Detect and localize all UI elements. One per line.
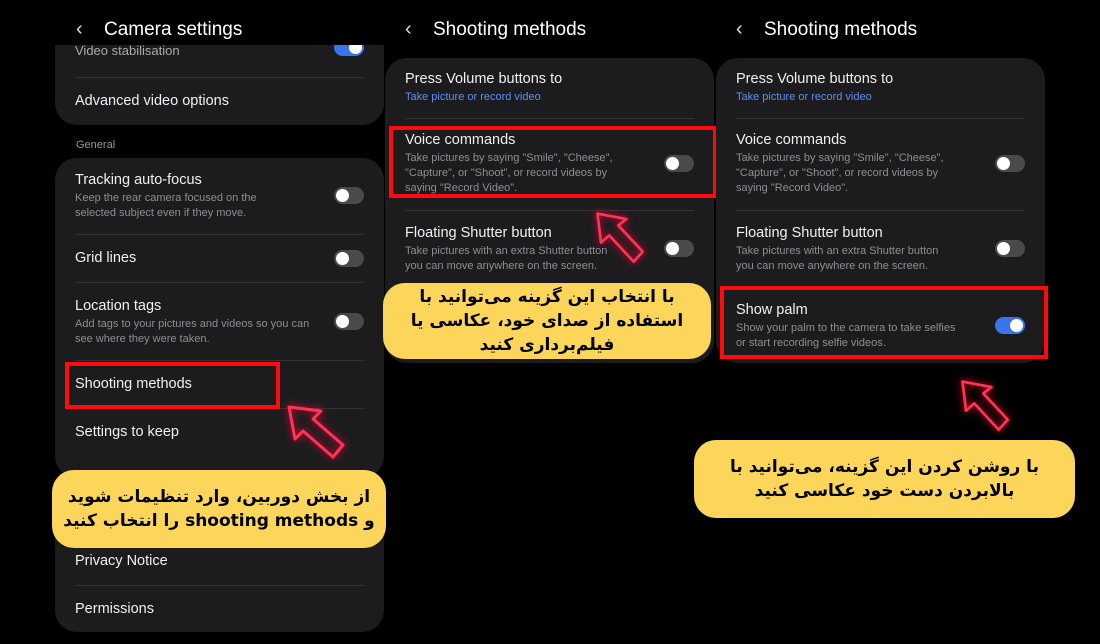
callout-middle: با انتخاب این گزینه می‌توانید با استفاده… xyxy=(383,283,711,359)
section-general: General xyxy=(76,139,116,151)
press-volume-value: Take picture or record video xyxy=(736,91,872,103)
tracking-autofocus-item[interactable]: Tracking auto-focus Keep the rear camera… xyxy=(75,172,364,221)
back-icon[interactable]: ‹ xyxy=(736,18,750,41)
page-title: Camera settings xyxy=(104,18,243,40)
tracking-desc: Keep the rear camera focused on the sele… xyxy=(75,192,257,219)
floating-shutter-title: Floating Shutter button xyxy=(736,225,883,241)
divider xyxy=(75,585,364,586)
advanced-video-options[interactable]: Advanced video options xyxy=(75,93,364,109)
location-tags-item[interactable]: Location tags Add tags to your pictures … xyxy=(75,298,364,347)
video-stabilisation-label: Video stabilisation xyxy=(75,45,180,58)
press-volume-title: Press Volume buttons to xyxy=(736,71,894,87)
highlight-box xyxy=(65,362,280,409)
pointer-arrow-icon xyxy=(596,212,645,264)
press-volume-value: Take picture or record video xyxy=(405,91,541,103)
floating-shutter-desc: Take pictures with an extra Shutter butt… xyxy=(736,245,939,272)
pointer-arrow-icon xyxy=(961,380,1010,432)
press-volume-item[interactable]: Press Volume buttons to Take picture or … xyxy=(736,71,1025,103)
divider xyxy=(405,210,694,211)
grid-lines-item[interactable]: Grid lines xyxy=(75,250,364,266)
pointer-arrow-icon xyxy=(287,405,345,459)
tracking-title: Tracking auto-focus xyxy=(75,172,202,188)
voice-commands-desc: Take pictures by saying "Smile", "Cheese… xyxy=(736,152,944,194)
floating-shutter-item[interactable]: Floating Shutter button Take pictures wi… xyxy=(736,225,1025,274)
floating-shutter-item[interactable]: Floating Shutter button Take pictures wi… xyxy=(405,225,694,274)
right-header: ‹ Shooting methods xyxy=(736,18,917,41)
highlight-box xyxy=(389,126,717,198)
divider xyxy=(75,234,364,235)
highlight-box xyxy=(720,286,1048,359)
divider xyxy=(405,118,694,119)
grid-lines-toggle[interactable] xyxy=(334,250,364,267)
press-volume-item[interactable]: Press Volume buttons to Take picture or … xyxy=(405,71,694,103)
permissions-item[interactable]: Permissions xyxy=(75,601,364,617)
tracking-toggle[interactable] xyxy=(334,187,364,204)
divider xyxy=(736,118,1025,119)
floating-shutter-toggle[interactable] xyxy=(664,240,694,257)
press-volume-title: Press Volume buttons to xyxy=(405,71,563,87)
about-card: Privacy Notice Permissions xyxy=(55,535,384,632)
voice-commands-title: Voice commands xyxy=(736,132,847,148)
floating-shutter-title: Floating Shutter button xyxy=(405,225,552,241)
location-tags-title: Location tags xyxy=(75,298,162,314)
back-icon[interactable]: ‹ xyxy=(76,18,90,41)
video-card: Video stabilisation Advanced video optio… xyxy=(55,45,384,125)
location-tags-desc: Add tags to your pictures and videos so … xyxy=(75,318,310,345)
video-stabilisation-toggle[interactable] xyxy=(334,45,364,56)
privacy-notice-item[interactable]: Privacy Notice xyxy=(75,553,364,569)
divider xyxy=(75,77,364,78)
callout-right: با روشن کردن این گزینه، می‌توانید با بال… xyxy=(694,440,1075,518)
divider xyxy=(75,360,364,361)
voice-commands-item[interactable]: Voice commands Take pictures by saying "… xyxy=(736,132,1025,196)
floating-shutter-toggle[interactable] xyxy=(995,240,1025,257)
floating-shutter-desc: Take pictures with an extra Shutter butt… xyxy=(405,245,608,272)
divider xyxy=(736,210,1025,211)
middle-header: ‹ Shooting methods xyxy=(405,18,586,41)
page-title: Shooting methods xyxy=(764,18,918,40)
divider xyxy=(75,282,364,283)
page-title: Shooting methods xyxy=(433,18,587,40)
location-tags-toggle[interactable] xyxy=(334,313,364,330)
callout-left: از بخش دوربین، وارد تنظیمات شوید و shoot… xyxy=(52,470,386,548)
back-icon[interactable]: ‹ xyxy=(405,18,419,41)
voice-commands-toggle[interactable] xyxy=(995,155,1025,172)
left-header: ‹ Camera settings xyxy=(76,18,242,41)
